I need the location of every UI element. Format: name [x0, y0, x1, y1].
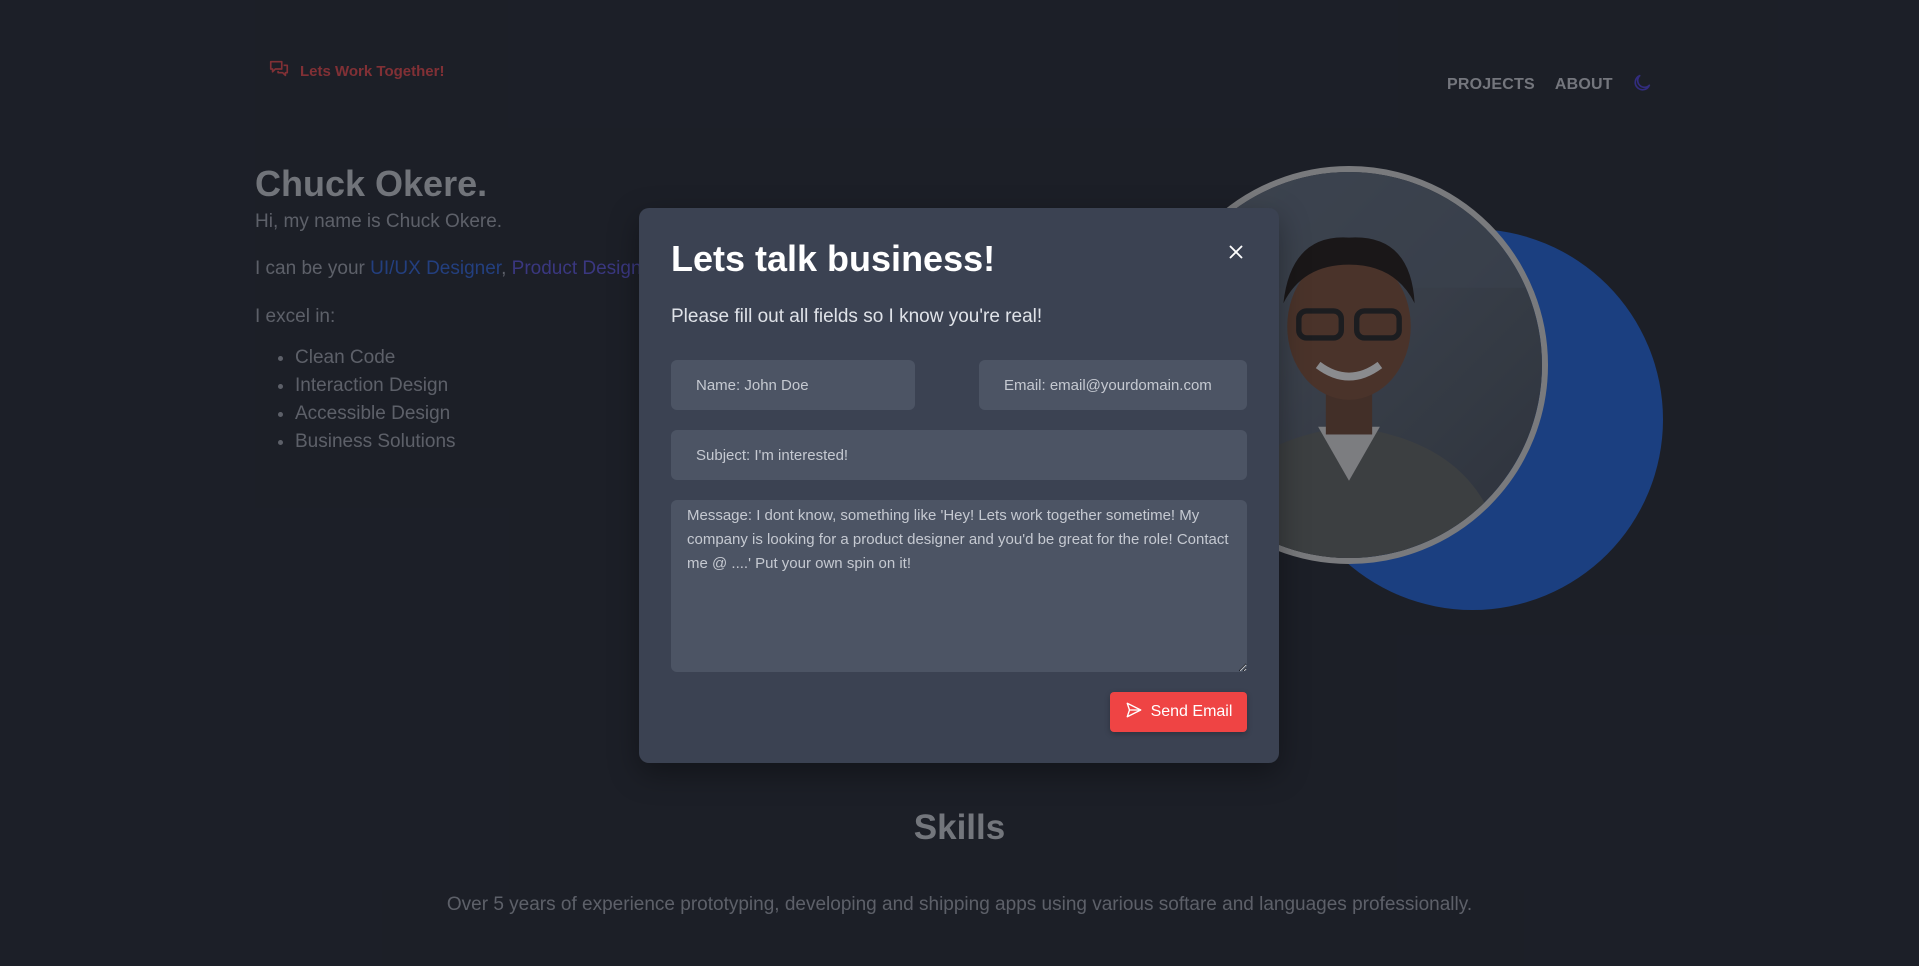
send-email-label: Send Email: [1150, 703, 1233, 720]
email-field[interactable]: [979, 360, 1247, 410]
message-field[interactable]: [671, 500, 1247, 672]
send-email-button[interactable]: Send Email: [1110, 692, 1247, 732]
modal-subtitle: Please fill out all fields so I know you…: [671, 306, 1043, 327]
subject-field[interactable]: [671, 430, 1247, 480]
name-field[interactable]: [671, 360, 915, 410]
contact-modal: Lets talk business! Please fill out all …: [639, 208, 1279, 763]
close-icon[interactable]: [1224, 240, 1248, 264]
paper-plane-icon: [1125, 701, 1143, 724]
modal-title: Lets talk business!: [671, 238, 996, 279]
